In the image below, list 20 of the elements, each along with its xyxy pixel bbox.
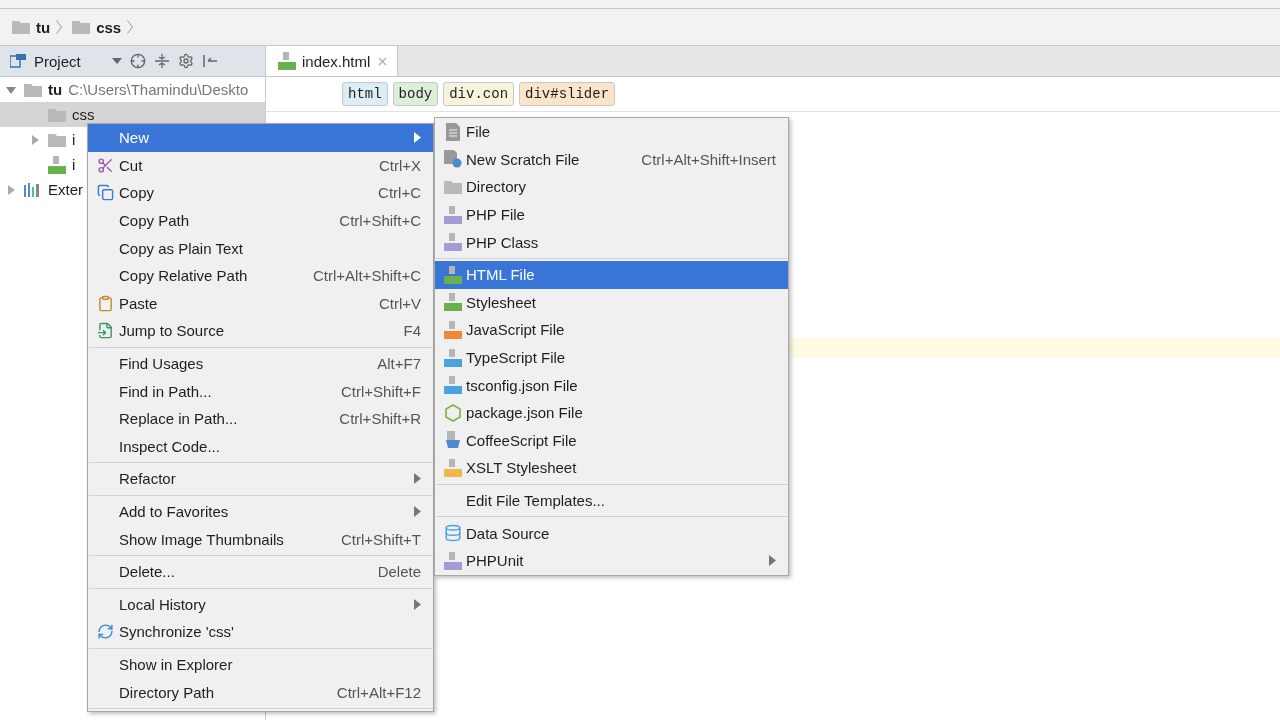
tab-label: index.html xyxy=(302,52,371,70)
folder-path: C:\Users\Thamindu\Deskto xyxy=(68,81,249,98)
shortcut-text: F4 xyxy=(403,322,421,340)
tree-item-label: tu xyxy=(48,81,63,98)
shortcut-text: Ctrl+V xyxy=(378,294,421,312)
shortcut-text: Ctrl+Shift+C xyxy=(339,212,421,230)
shortcut-text: Alt+F7 xyxy=(377,355,421,373)
shortcut-text: Ctrl+Shift+T xyxy=(340,530,421,548)
tree-item-label: i xyxy=(72,156,76,173)
shortcut-text: Ctrl+X xyxy=(378,156,421,174)
tree-item-label: css xyxy=(72,106,95,123)
shortcut-text: Ctrl+Alt+Shift+C xyxy=(313,267,421,285)
tree-item-label: Exter xyxy=(48,181,83,198)
shortcut-text: Ctrl+C xyxy=(378,184,421,202)
tree-item-label: i xyxy=(72,131,76,148)
shortcut-text: Ctrl+Alt+Shift+Insert xyxy=(641,150,776,168)
shortcut-text: Ctrl+Shift+F xyxy=(340,382,421,400)
shortcut-text: Ctrl+Alt+F12 xyxy=(336,683,421,701)
shortcut-text: Delete xyxy=(377,563,421,581)
shortcut-text: Ctrl+Shift+R xyxy=(339,410,421,428)
